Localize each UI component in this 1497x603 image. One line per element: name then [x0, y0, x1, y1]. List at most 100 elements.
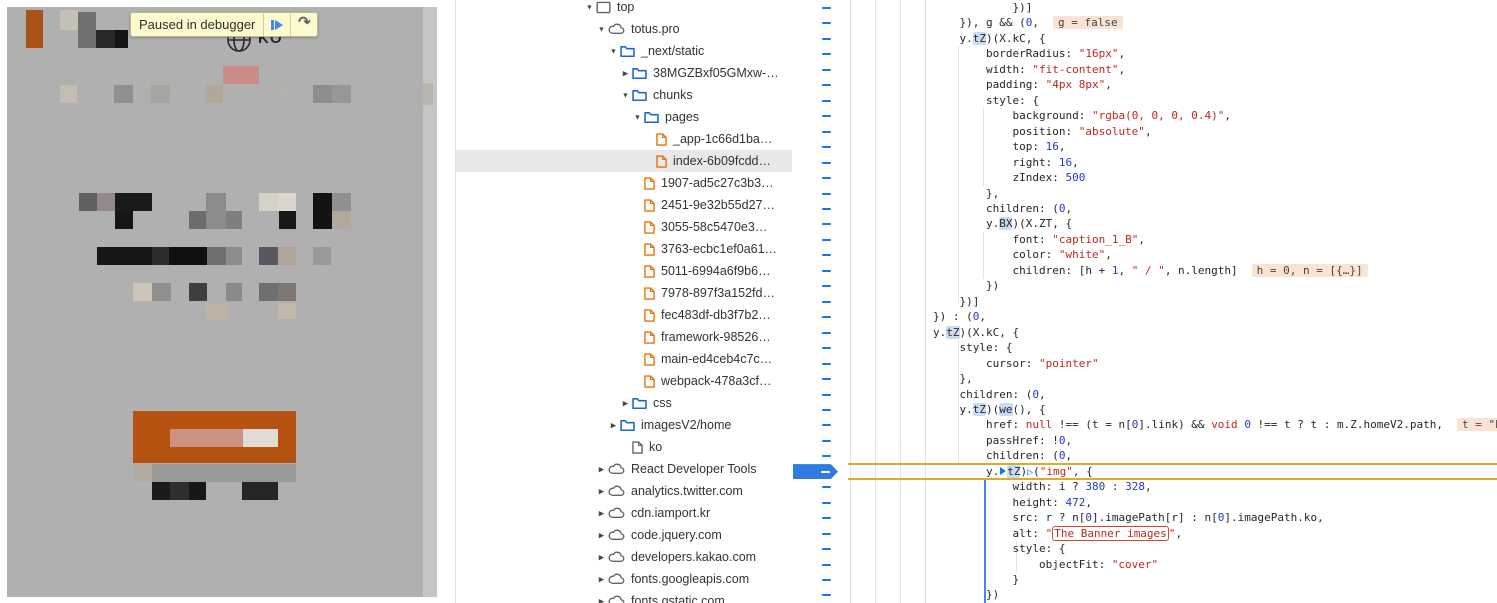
code-line[interactable]: }), g && (0,g = false: [792, 15, 1497, 30]
tree-item[interactable]: ▼totus.pro: [456, 18, 792, 40]
redacted-block: [170, 482, 189, 500]
tree-item[interactable]: ▶developers.kakao.com: [456, 546, 792, 568]
tree-item[interactable]: ▼pages: [456, 106, 792, 128]
tree-item[interactable]: ko: [456, 436, 792, 458]
tree-item[interactable]: ▼chunks: [456, 84, 792, 106]
code-line[interactable]: y.tZ)(we(), {: [792, 402, 1497, 417]
tree-item[interactable]: ▶ fonts.googleapis.com: [456, 568, 792, 590]
code-line[interactable]: alt: "The Banner images",: [792, 526, 1497, 541]
tree-item[interactable]: 5011-6994a6f9b6…: [456, 260, 792, 282]
tree-item-label: fonts.googleapis.com: [631, 572, 749, 586]
code-line[interactable]: },: [792, 186, 1497, 201]
highlighted-token[interactable]: tZ: [973, 32, 986, 45]
code-token: ,: [1145, 480, 1152, 493]
code-line[interactable]: cursor: "pointer": [792, 356, 1497, 371]
code-line[interactable]: width: i ? 380 : 328,: [792, 479, 1497, 494]
disclosure-chevron-icon[interactable]: ▶: [596, 597, 606, 603]
code-line[interactable]: width: "fit-content",: [792, 62, 1497, 77]
tree-item[interactable]: framework-98526…: [456, 326, 792, 348]
highlighted-token[interactable]: we: [999, 403, 1012, 416]
highlighted-token[interactable]: tZ: [1007, 465, 1020, 478]
tree-item[interactable]: ▼_next/static: [456, 40, 792, 62]
code-line[interactable]: }) : (0,: [792, 309, 1497, 324]
tree-item[interactable]: ▶code.jquery.com: [456, 524, 792, 546]
code-line[interactable]: right: 16,: [792, 155, 1497, 170]
disclosure-chevron-icon[interactable]: ▶: [596, 553, 606, 562]
highlighted-token[interactable]: BX: [999, 217, 1012, 230]
code-line[interactable]: })]: [792, 0, 1497, 15]
disclosure-chevron-icon[interactable]: ▼: [584, 3, 594, 11]
tree-item[interactable]: ▶analytics.twitter.com: [456, 480, 792, 502]
code-line[interactable]: font: "caption_1_B",: [792, 232, 1497, 247]
code-line[interactable]: },: [792, 371, 1497, 386]
tree-item[interactable]: 7978-897f3a152fd…: [456, 282, 792, 304]
resume-button[interactable]: [263, 13, 290, 36]
tree-item[interactable]: fec483df-db3f7b2…: [456, 304, 792, 326]
disclosure-chevron-icon[interactable]: ▼: [632, 113, 642, 121]
code-line[interactable]: y.tZ)▷("img", {: [792, 464, 1497, 479]
code-line[interactable]: style: {: [792, 541, 1497, 556]
code-line[interactable]: style: {: [792, 93, 1497, 108]
code-line[interactable]: objectFit: "cover": [792, 557, 1497, 572]
tree-item[interactable]: 3055-58c5470e3…: [456, 216, 792, 238]
inline-eval-value: t = "h: [1457, 418, 1497, 431]
code-line[interactable]: borderRadius: "16px",: [792, 46, 1497, 61]
tree-item-label: 5011-6994a6f9b6…: [661, 264, 771, 278]
tree-item[interactable]: ▶cdn.iamport.kr: [456, 502, 792, 524]
disclosure-chevron-icon[interactable]: ▼: [620, 91, 630, 99]
code-line[interactable]: top: 16,: [792, 139, 1497, 154]
code-line[interactable]: }): [792, 278, 1497, 293]
tree-item[interactable]: ▶38MGZBxf05GMxw-…: [456, 62, 792, 84]
tree-item[interactable]: ▶imagesV2/home: [456, 414, 792, 436]
disclosure-chevron-icon[interactable]: ▼: [596, 25, 606, 33]
code-line[interactable]: children: (0,: [792, 448, 1497, 463]
code-token: )(X.ZT, {: [1012, 217, 1072, 230]
frame-icon: [596, 1, 611, 14]
tree-item[interactable]: _app-1c66d1ba…: [456, 128, 792, 150]
tree-item[interactable]: 2451-9e32b55d27…: [456, 194, 792, 216]
code-line[interactable]: y.tZ)(X.kC, {: [792, 31, 1497, 46]
code-line[interactable]: }): [792, 587, 1497, 602]
code-line[interactable]: children: [h + 1, " / ", n.length]h = 0,…: [792, 263, 1497, 278]
code-line[interactable]: href: null !== (t = n[0].link) && void 0…: [792, 417, 1497, 432]
tree-item[interactable]: 1907-ad5c27c3b3…: [456, 172, 792, 194]
code-line[interactable]: position: "absolute",: [792, 124, 1497, 139]
code-line[interactable]: zIndex: 500: [792, 170, 1497, 185]
code-line[interactable]: padding: "4px 8px",: [792, 77, 1497, 92]
redacted-block: [189, 482, 206, 500]
tree-item[interactable]: index-6b09fcdd…: [456, 150, 792, 172]
code-line[interactable]: passHref: !0,: [792, 433, 1497, 448]
highlighted-token[interactable]: tZ: [946, 326, 959, 339]
disclosure-chevron-icon[interactable]: ▼: [608, 47, 618, 55]
tree-item[interactable]: ▶fonts.gstatic.com: [456, 590, 792, 603]
disclosure-chevron-icon[interactable]: ▶: [596, 509, 606, 518]
code-line[interactable]: children: (0,: [792, 387, 1497, 402]
tree-item[interactable]: ▶React Developer Tools: [456, 458, 792, 480]
disclosure-chevron-icon[interactable]: ▶: [620, 69, 630, 78]
tree-item[interactable]: main-ed4ceb4c7c…: [456, 348, 792, 370]
disclosure-chevron-icon[interactable]: ▶: [596, 531, 606, 540]
code-line[interactable]: })]: [792, 294, 1497, 309]
disclosure-chevron-icon[interactable]: ▶: [620, 399, 630, 408]
disclosure-chevron-icon[interactable]: ▶: [596, 487, 606, 496]
tree-item[interactable]: ▶css: [456, 392, 792, 414]
code-line[interactable]: height: 472,: [792, 495, 1497, 510]
disclosure-chevron-icon[interactable]: ▶: [608, 421, 618, 430]
code-line[interactable]: }: [792, 572, 1497, 587]
disclosure-chevron-icon[interactable]: ▶: [596, 575, 606, 584]
code-line[interactable]: y.tZ)(X.kC, {: [792, 325, 1497, 340]
code-line[interactable]: src: r ? n[0].imagePath[r] : n[0].imageP…: [792, 510, 1497, 525]
code-line[interactable]: y.BX)(X.ZT, {: [792, 216, 1497, 231]
tree-item[interactable]: 3763-ecbc1ef0a61…: [456, 238, 792, 260]
code-line[interactable]: style: {: [792, 340, 1497, 355]
disclosure-chevron-icon[interactable]: ▶: [596, 465, 606, 474]
tree-item[interactable]: webpack-478a3cf…: [456, 370, 792, 392]
highlighted-token[interactable]: tZ: [973, 403, 986, 416]
redacted-block: [223, 66, 259, 84]
tree-item[interactable]: ▼top: [456, 0, 792, 18]
step-over-button[interactable]: ↷: [290, 13, 317, 36]
code-line[interactable]: background: "rgba(0, 0, 0, 0.4)",: [792, 108, 1497, 123]
redacted-block: [169, 247, 207, 265]
code-line[interactable]: color: "white",: [792, 247, 1497, 262]
code-line[interactable]: children: (0,: [792, 201, 1497, 216]
